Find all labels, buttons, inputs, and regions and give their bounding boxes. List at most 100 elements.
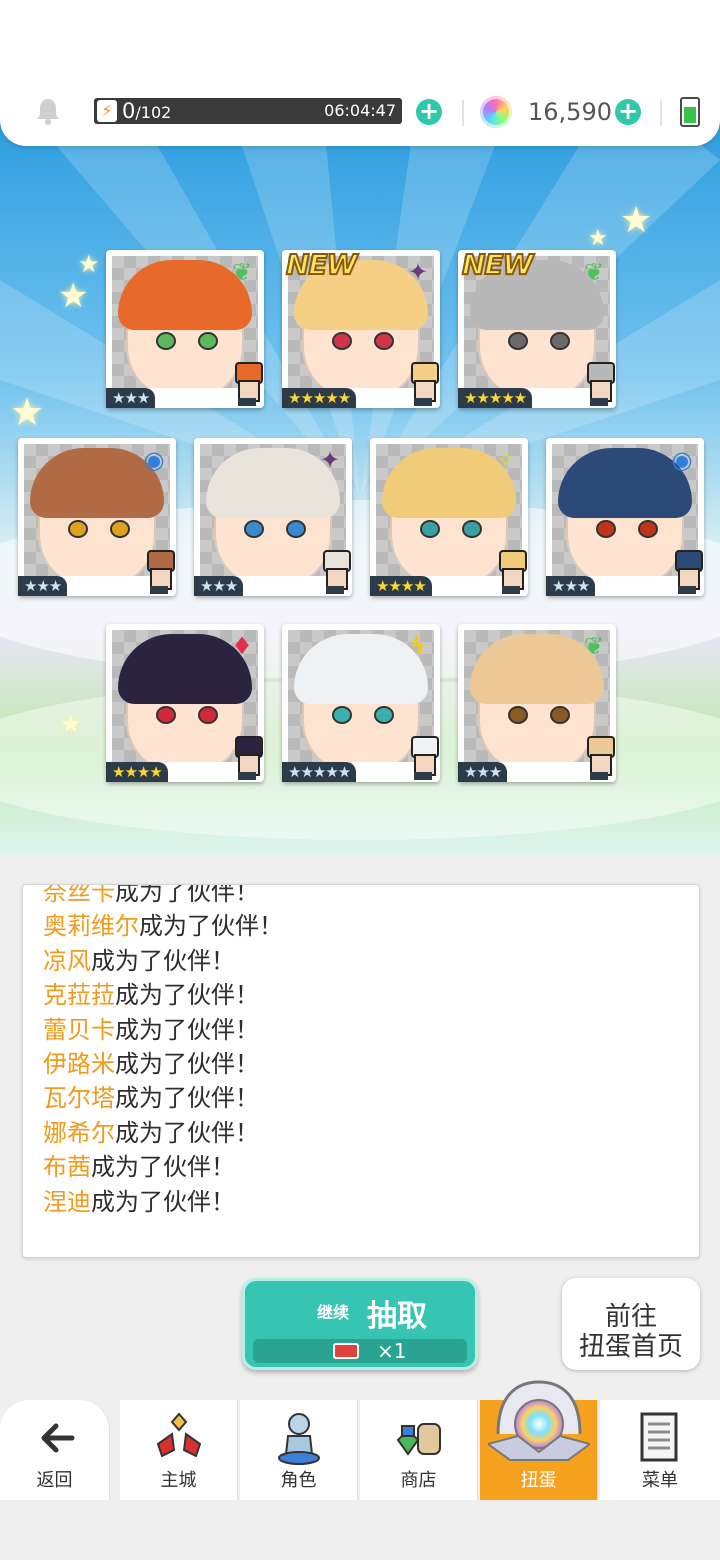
goto-gacha-home-button[interactable]: 前往 扭蛋首页 [562,1278,700,1370]
log-line: 凉风成为了伙伴！ [43,944,235,978]
log-line: 布茜成为了伙伴！ [43,1150,235,1184]
bottom-navigation: 返回 主城 角色 商店 扭蛋 菜单 [0,1380,720,1500]
character-card[interactable]: ✦ ★★★★★ NEW [282,247,440,408]
character-card[interactable]: ✧ ★★★★ [370,438,528,596]
rarity-stars: ★★★★★ [282,762,357,782]
joined-text: 成为了伙伴！ [115,1118,259,1147]
joined-text: 成为了伙伴！ [91,1187,235,1216]
chibi-sprite-icon [494,550,528,594]
new-badge: NEW [285,247,358,282]
log-line: 娜希尔成为了伙伴！ [43,1116,259,1150]
character-name: 凉风 [43,946,91,975]
stamina-current: 0 [122,99,136,123]
log-line: 瓦尔塔成为了伙伴！ [43,1081,259,1115]
log-line: 涅迪成为了伙伴！ [43,1185,235,1219]
continue-draw-button[interactable]: 继续 抽取 ×1 [242,1278,478,1370]
nav-menu[interactable]: 菜单 [600,1400,720,1500]
nav-back[interactable]: 返回 [0,1400,110,1500]
character-card[interactable]: ◉ ★★★ [546,438,704,596]
joined-text: 成为了伙伴！ [139,912,283,941]
joined-text: 成为了伙伴！ [115,1050,259,1078]
character-card[interactable]: ❦ ★★★★★ NEW [458,247,616,408]
gacha-orb-icon [488,1380,590,1461]
nav-menu-label: 菜单 [642,1470,678,1491]
nav-main-city[interactable]: 主城 [120,1400,238,1500]
nav-gacha-label: 扭蛋 [520,1470,557,1491]
character-icon [278,1413,320,1465]
character-card[interactable]: ϟ ★★★★★ [282,624,440,782]
chibi-sprite-icon [582,362,616,406]
bell-icon[interactable] [34,96,62,126]
character-name: 瓦尔塔 [43,1084,115,1113]
chibi-sprite-icon [670,550,704,594]
rarity-stars: ★★★★ [106,762,168,782]
draw-cost-value: ×1 [377,1339,407,1363]
add-gems-button[interactable]: + [615,99,641,125]
chibi-sprite-icon [582,736,616,780]
log-line: 蕾贝卡成为了伙伴！ [43,1013,259,1047]
character-card[interactable]: ❦ ★★★ [458,624,616,782]
stamina-timer: 06:04:47 [324,101,396,120]
chibi-sprite-icon [230,736,264,780]
character-name: 奈丝卡 [43,884,115,906]
character-card[interactable]: ❦ ★★★ [106,250,264,408]
nav-gacha[interactable]: 扭蛋 [480,1380,598,1500]
stamina-max: /102 [135,103,172,122]
nav-character-label: 角色 [280,1470,317,1491]
rarity-stars: ★★★ [106,388,156,408]
battery-icon [680,97,700,127]
water-element-icon: ◉ [671,446,693,474]
character-card[interactable]: ◉ ★★★ [18,438,176,596]
character-name: 布茜 [43,1153,91,1182]
leaf-element-icon: ❦ [231,258,253,286]
rarity-stars: ★★★ [18,576,68,596]
status-bar: ⚡ 0/102 06:04:47 + 16,590 + [0,0,720,146]
leaf-element-icon: ❦ [583,258,605,286]
character-card[interactable]: ✦ ★★★ [194,438,352,596]
new-badge: NEW [461,247,534,282]
dark-element-icon: ✦ [319,446,341,474]
character-name: 蕾贝卡 [43,1015,115,1044]
character-name: 克菈菈 [43,981,115,1010]
divider [462,100,464,126]
joined-text: 成为了伙伴！ [115,884,259,906]
rarity-stars: ★★★★★ [458,388,533,408]
character-name: 伊路米 [43,1050,115,1078]
result-log[interactable]: 奈丝卡成为了伙伴！ 奥莉维尔成为了伙伴！ 凉风成为了伙伴！ 克菈菈成为了伙伴！ 蕾贝卡成… [22,884,700,1258]
menu-list-icon [640,1412,678,1462]
chibi-sprite-icon [318,550,352,594]
nav-shop[interactable]: 商店 [360,1400,478,1500]
continue-label: 继续 [317,1303,350,1322]
character-card[interactable]: ♦ ★★★★ [106,624,264,782]
rarity-stars: ★★★ [546,576,596,596]
log-line: 奈丝卡成为了伙伴！ [43,884,259,909]
nav-shop-label: 商店 [400,1470,437,1491]
chibi-sprite-icon [142,550,176,594]
system-bar-area [0,1500,720,1560]
nav-character[interactable]: 角色 [240,1400,358,1500]
divider [660,100,662,126]
joined-text: 成为了伙伴！ [91,1153,235,1182]
main-city-icon [156,1412,202,1458]
character-name: 涅迪 [43,1187,91,1216]
nav-back-label: 返回 [36,1470,73,1491]
chibi-sprite-icon [230,362,264,406]
add-stamina-button[interactable]: + [416,99,442,125]
nav-main-city-label: 主城 [160,1470,197,1491]
character-name: 娜希尔 [43,1118,115,1147]
rainbow-gem-icon [480,96,512,128]
shop-icon [396,1423,441,1456]
goto-label-line2: 扭蛋首页 [578,1332,683,1362]
stamina-bolt-icon: ⚡ [97,100,117,122]
joined-text: 成为了伙伴！ [115,1015,259,1044]
rarity-stars: ★★★★ [370,576,432,596]
draw-label: 抽取 [367,1299,427,1334]
leaf-element-icon: ❦ [583,632,605,660]
rarity-stars: ★★★ [194,576,244,596]
draw-cost: ×1 [253,1339,467,1363]
ticket-icon [333,1343,359,1359]
chibi-sprite-icon [406,736,440,780]
character-name: 奥莉维尔 [43,912,139,941]
water-element-icon: ◉ [143,446,165,474]
stamina-bar: ⚡ 0/102 06:04:47 [94,98,402,124]
